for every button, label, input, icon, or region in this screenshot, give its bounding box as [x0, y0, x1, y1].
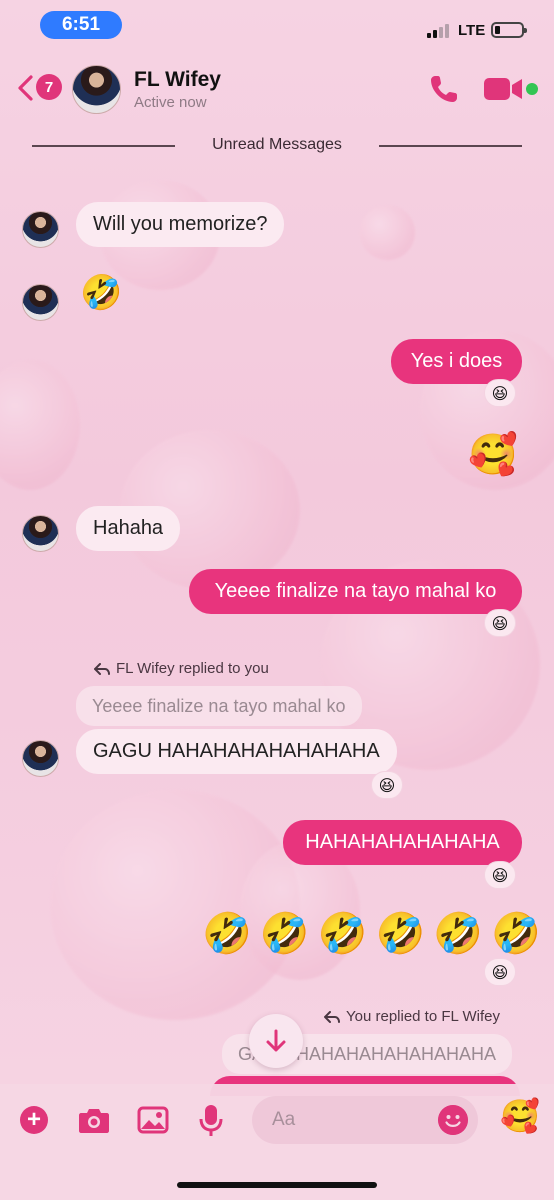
incoming-message[interactable]: GAGU HAHAHAHAHAHAHAHA: [76, 729, 397, 774]
emoji: 🤣: [375, 911, 426, 957]
outgoing-message[interactable]: HAHAHAHAHAHAHA: [283, 820, 522, 865]
emoji-smile-icon[interactable]: [438, 1105, 468, 1135]
arrow-down-icon: [266, 1029, 286, 1052]
sender-avatar: [22, 740, 59, 777]
reply-label: You replied to FL Wifey: [346, 1008, 500, 1025]
message-reaction[interactable]: 😆: [371, 771, 403, 799]
battery-low-icon: [491, 22, 527, 38]
sender-avatar: [22, 515, 59, 552]
conversation-header: 7 FL Wifey Active now: [0, 55, 554, 125]
contact-avatar[interactable]: [72, 65, 121, 114]
reply-indicator: You replied to FL Wifey: [324, 1008, 500, 1025]
phone-icon[interactable]: [428, 73, 460, 105]
outgoing-emoji-message[interactable]: 🥰: [468, 435, 518, 475]
back-button[interactable]: 7: [14, 72, 64, 102]
reply-indicator: FL Wifey replied to you: [94, 660, 269, 677]
message-reaction[interactable]: 😆: [484, 609, 516, 637]
contact-name[interactable]: FL Wifey: [134, 68, 221, 92]
contact-status: Active now: [134, 94, 207, 111]
emoji: 🤣: [317, 911, 368, 957]
unread-messages-divider: Unread Messages: [32, 134, 522, 158]
status-bar: 6:51 LTE: [0, 0, 554, 50]
quoted-message[interactable]: Yeeee finalize na tayo mahal ko: [76, 686, 362, 726]
status-time: 6:51: [40, 11, 122, 39]
video-camera-icon[interactable]: [484, 75, 524, 103]
network-type: LTE: [458, 22, 486, 39]
message-input-placeholder: Aa: [272, 1109, 296, 1130]
emoji: 🤣: [202, 911, 252, 957]
camera-icon[interactable]: [78, 1106, 110, 1134]
outgoing-message[interactable]: Yes i does: [391, 339, 522, 384]
emoji: 🤣: [491, 911, 541, 957]
message-reaction[interactable]: 😆: [484, 861, 516, 889]
image-icon[interactable]: [137, 1106, 169, 1134]
reply-label: FL Wifey replied to you: [116, 660, 269, 677]
emoji: 🤣: [259, 911, 310, 957]
sender-avatar: [22, 211, 59, 248]
quick-reaction-button[interactable]: 🥰: [500, 1100, 540, 1132]
cellular-signal-icon: [427, 22, 449, 38]
emoji: 🤣: [433, 911, 484, 957]
outgoing-emoji-row[interactable]: 🤣 🤣 🤣 🤣 🤣 🤣: [202, 914, 541, 954]
outgoing-message[interactable]: Yeeee finalize na tayo mahal ko: [189, 569, 522, 614]
reply-arrow-icon: [324, 1010, 340, 1023]
message-reaction[interactable]: 😆: [484, 958, 516, 986]
scroll-to-bottom-button[interactable]: [249, 1014, 303, 1068]
message-input[interactable]: Aa: [252, 1096, 478, 1144]
reply-arrow-icon: [94, 662, 110, 675]
sender-avatar: [22, 284, 59, 321]
incoming-emoji-message[interactable]: 🤣: [80, 276, 122, 310]
plus-icon[interactable]: +: [20, 1106, 48, 1134]
chevron-left-icon: [18, 75, 33, 101]
microphone-icon[interactable]: [199, 1104, 223, 1138]
home-indicator: [177, 1182, 377, 1188]
incoming-message[interactable]: Hahaha: [76, 506, 181, 551]
online-indicator: [526, 83, 538, 95]
incoming-message[interactable]: Will you memorize?: [76, 202, 285, 247]
message-reaction[interactable]: 😆: [484, 379, 516, 407]
unread-count-badge: 7: [36, 74, 62, 100]
